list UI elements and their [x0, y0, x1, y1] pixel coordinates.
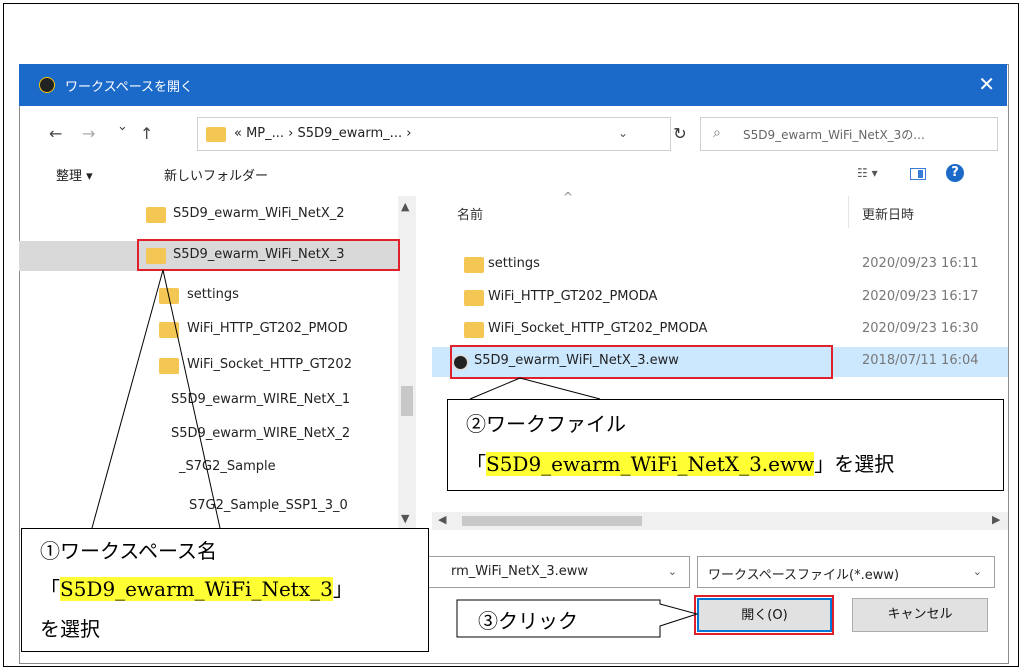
callout-click: ③クリック — [478, 609, 578, 633]
callout-click-shape — [456, 599, 699, 638]
